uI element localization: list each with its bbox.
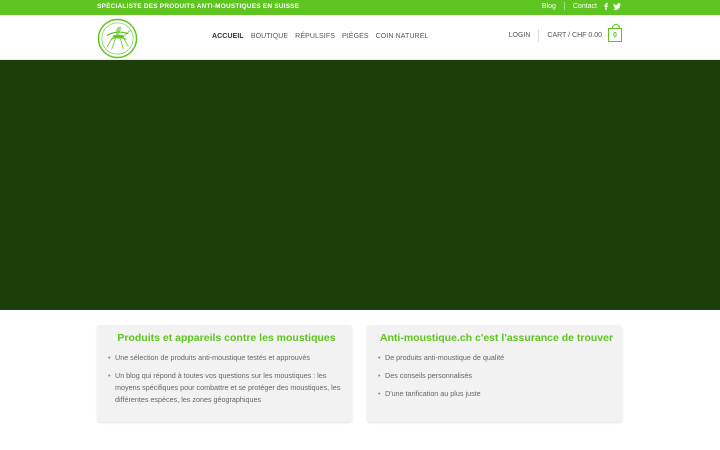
nav-boutique[interactable]: BOUTIQUE [251, 33, 288, 40]
card-list: Une sélection de produits anti-moustique… [108, 352, 344, 406]
facebook-icon[interactable] [603, 2, 609, 10]
nav-repulsifs[interactable]: RÉPULSIFS [295, 33, 335, 40]
contact-link[interactable]: Contact [573, 3, 597, 10]
list-item: Des conseils personnalisés [378, 370, 614, 382]
hero-banner [0, 60, 720, 310]
site-header: ACCUEIL BOUTIQUE RÉPULSIFS PIÈGES COIN N… [0, 15, 720, 60]
cart-bag-icon[interactable]: 0 [608, 24, 622, 42]
header-actions: LOGIN CART / CHF 0.00 0 [509, 24, 622, 42]
cart-link[interactable]: CART / CHF 0.00 [547, 32, 602, 39]
list-item: D'une tarification au plus juste [378, 388, 614, 400]
top-bar: SPÉCIALISTE DES PRODUITS ANTI-MOUSTIQUES… [0, 0, 720, 15]
twitter-icon[interactable] [613, 2, 621, 10]
login-link[interactable]: LOGIN [509, 32, 531, 39]
info-card-products: Produits et appareils contre les moustiq… [97, 325, 352, 422]
top-links: Blog Contact [542, 2, 621, 10]
nav-accueil[interactable]: ACCUEIL [212, 33, 244, 40]
divider [563, 2, 565, 10]
tagline: SPÉCIALISTE DES PRODUITS ANTI-MOUSTIQUES… [97, 3, 300, 10]
nav-pieges[interactable]: PIÈGES [342, 33, 369, 40]
mosquito-logo[interactable] [97, 18, 138, 59]
list-item: Une sélection de produits anti-moustique… [108, 352, 344, 364]
social-links [603, 2, 621, 10]
nav-coin-naturel[interactable]: COIN NATUREL [376, 33, 429, 40]
card-list: De produits anti-moustique de qualité De… [378, 352, 614, 400]
main-nav: ACCUEIL BOUTIQUE RÉPULSIFS PIÈGES COIN N… [212, 33, 428, 40]
list-item: Un blog qui répond à toutes vos question… [108, 370, 344, 406]
card-title: Anti-moustique.ch c'est l'assurance de t… [379, 332, 614, 344]
cart-count: 0 [613, 31, 617, 39]
blog-link[interactable]: Blog [542, 3, 556, 10]
list-item: De produits anti-moustique de qualité [378, 352, 614, 364]
divider [538, 28, 540, 42]
info-card-assurance: Anti-moustique.ch c'est l'assurance de t… [367, 325, 622, 422]
card-title: Produits et appareils contre les moustiq… [117, 332, 336, 344]
